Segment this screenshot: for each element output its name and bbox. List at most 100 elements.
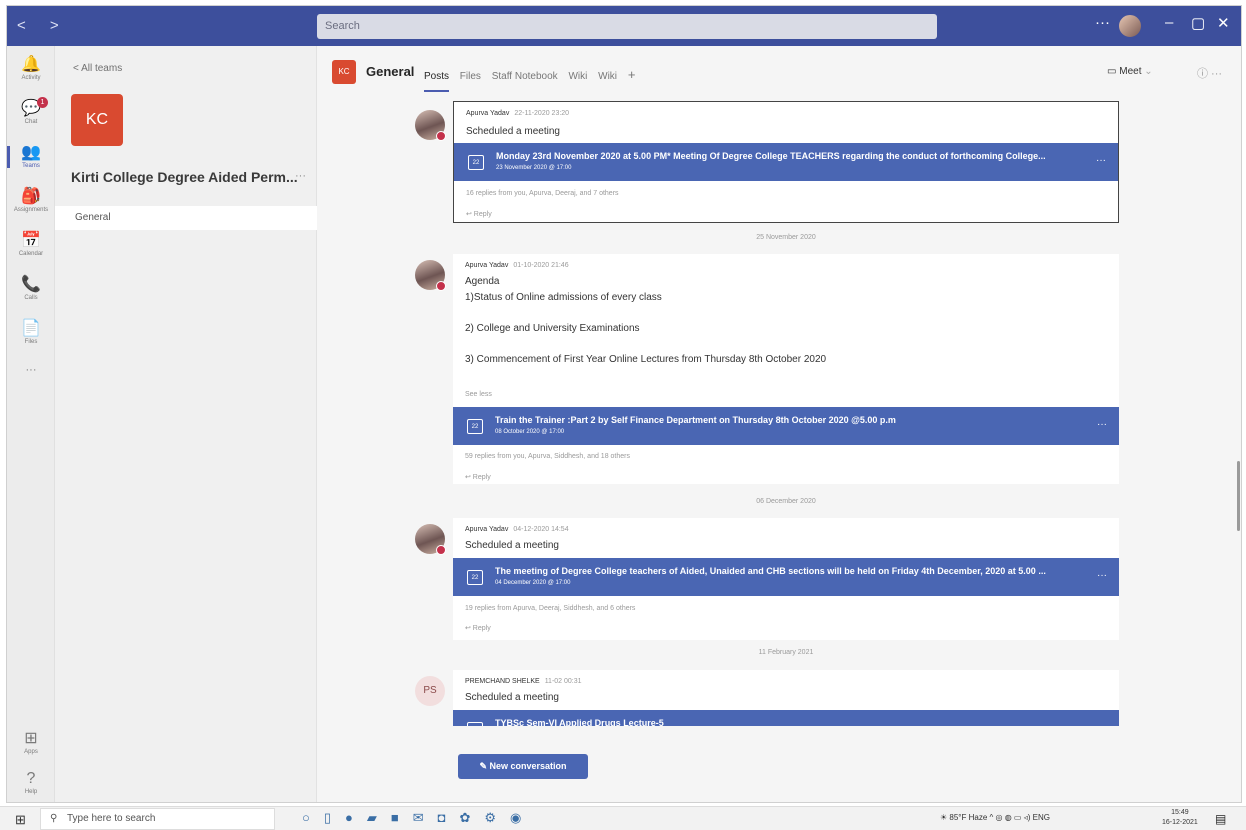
- rail-calendar[interactable]: 📅 Calendar: [7, 232, 55, 258]
- author-avatar[interactable]: PS: [415, 676, 445, 706]
- notification-icon[interactable]: ▤: [1215, 812, 1226, 826]
- meet-button[interactable]: ▭ Meet ⌄: [1107, 66, 1153, 77]
- channel-title: General: [366, 64, 415, 79]
- new-conversation-button[interactable]: ✎ New conversation: [458, 754, 588, 779]
- see-less-link[interactable]: See less: [465, 391, 492, 398]
- post-text-line: 3) Commencement of First Year Online Lec…: [465, 354, 827, 365]
- minimize-button[interactable]: –: [1165, 14, 1173, 31]
- post-time: 11-02 00:31: [544, 678, 582, 685]
- meeting-card[interactable]: 22 Monday 23rd November 2020 at 5.00 PM*…: [454, 143, 1118, 181]
- weather-icon: ☀: [940, 813, 950, 822]
- file-icon: 📄: [21, 320, 41, 337]
- post-text-line: 1)Status of Online admissions of every c…: [465, 292, 662, 303]
- channel-header: KC General Posts Files Staff Notebook Wi…: [317, 46, 1241, 94]
- post-text: Scheduled a meeting: [466, 126, 560, 137]
- post-author: PREMCHAND SHELKE: [465, 678, 540, 685]
- channel-avatar: KC: [332, 60, 356, 84]
- post-1: Apurva Yadav 22-11-2020 23:20 Scheduled a…: [453, 101, 1119, 223]
- post-meta: PREMCHAND SHELKE 11-02 00:31: [465, 678, 582, 685]
- rail-activity[interactable]: 🔔 Activity: [7, 56, 55, 82]
- meeting-card[interactable]: 22 TYBSc Sem-VI Applied Drugs Lecture-5: [453, 710, 1119, 726]
- calendar-icon: 22: [467, 419, 483, 434]
- rail-help[interactable]: ? Help: [7, 770, 55, 796]
- windows-start-icon[interactable]: ⊞: [15, 812, 26, 828]
- reply-button[interactable]: ↩ Reply: [466, 210, 492, 218]
- meeting-title: Train the Trainer :Part 2 by Self Financ…: [495, 415, 896, 425]
- teams-window: < > Search ··· – ▢ ✕ 🔔 Activity 💬 Chat 1…: [6, 5, 1242, 803]
- reply-button[interactable]: ↩ Reply: [465, 473, 491, 481]
- card-more-button[interactable]: ···: [1097, 570, 1107, 581]
- author-avatar[interactable]: [415, 524, 446, 555]
- post-meta: Apurva Yadav 01-10-2020 21:46: [465, 262, 569, 269]
- team-avatar: KC: [71, 94, 123, 146]
- all-teams-link[interactable]: < All teams: [73, 63, 122, 74]
- post-meta: Apurva Yadav 22-11-2020 23:20: [466, 110, 569, 117]
- more-options-button[interactable]: ···: [1095, 14, 1110, 31]
- date-separator: 11 February 2021: [758, 649, 814, 656]
- team-panel: < All teams KC Kirti College Degree Aide…: [55, 46, 317, 802]
- card-more-button[interactable]: ···: [1097, 419, 1107, 430]
- tab-files[interactable]: Files: [460, 71, 481, 82]
- rail-teams[interactable]: 👥 Teams: [7, 144, 55, 170]
- author-avatar[interactable]: [415, 110, 446, 141]
- add-tab-button[interactable]: +: [628, 67, 636, 82]
- post-4: PREMCHAND SHELKE 11-02 00:31 Scheduled a …: [453, 670, 1119, 726]
- reply-button[interactable]: ↩ Reply: [465, 624, 491, 632]
- channel-item-general[interactable]: General: [55, 206, 317, 230]
- system-tray[interactable]: ☀ 85°F Haze ^ ◎ ◍ ▭ ◃) ENG: [940, 813, 1050, 822]
- nav-arrows[interactable]: < >: [17, 17, 69, 34]
- meeting-card[interactable]: 22 The meeting of Degree College teacher…: [453, 558, 1119, 596]
- maximize-button[interactable]: ▢: [1191, 14, 1205, 32]
- close-button[interactable]: ✕: [1217, 14, 1230, 32]
- post-author: Apurva Yadav: [465, 262, 509, 269]
- title-bar: < > Search ··· – ▢ ✕: [7, 6, 1241, 46]
- tab-wiki-2[interactable]: Wiki: [598, 71, 617, 82]
- post-author: Apurva Yadav: [466, 110, 510, 117]
- rail-apps[interactable]: ⊞ Apps: [7, 730, 55, 756]
- search-input[interactable]: Search: [317, 14, 937, 39]
- post-time: 04-12-2020 14:54: [513, 526, 569, 533]
- rail-calls[interactable]: 📞 Calls: [7, 276, 55, 302]
- tab-posts[interactable]: Posts: [424, 71, 450, 92]
- rail-more[interactable]: ···: [7, 364, 55, 376]
- date-separator: 25 November 2020: [756, 234, 816, 241]
- taskbar-clock[interactable]: 15:49 16-12-2021: [1162, 808, 1198, 828]
- post-time: 22-11-2020 23:20: [514, 110, 570, 117]
- language-indicator: ENG: [1032, 813, 1050, 822]
- meeting-card[interactable]: 22 Train the Trainer :Part 2 by Self Fin…: [453, 407, 1119, 445]
- post-text: Scheduled a meeting: [465, 692, 559, 703]
- calendar-icon: 22: [468, 155, 484, 170]
- post-text-line: Agenda: [465, 276, 500, 287]
- teams-icon: 👥: [21, 144, 41, 161]
- card-more-button[interactable]: ···: [1096, 155, 1106, 166]
- meeting-title: TYBSc Sem-VI Applied Drugs Lecture-5: [495, 718, 664, 726]
- scrollbar[interactable]: [1237, 461, 1240, 531]
- channel-label: General: [75, 212, 111, 223]
- more-icon: ···: [25, 364, 37, 376]
- author-avatar[interactable]: [415, 260, 446, 291]
- meeting-time: 08 October 2020 @ 17:00: [495, 429, 565, 435]
- video-icon: ▭: [1107, 66, 1120, 77]
- rail-chat[interactable]: 💬 Chat 1: [7, 97, 55, 126]
- post-time: 01-10-2020 21:46: [513, 262, 569, 269]
- tab-staff-notebook[interactable]: Staff Notebook: [492, 71, 558, 82]
- post-meta: Apurva Yadav 04-12-2020 14:54: [465, 526, 569, 533]
- reply-summary[interactable]: 19 replies from Apurva, Deeraj, Siddhesh…: [465, 605, 635, 612]
- post-author: Apurva Yadav: [465, 526, 509, 533]
- team-name: Kirti College Degree Aided Perm...: [71, 169, 298, 185]
- team-more-button[interactable]: ···: [295, 170, 306, 182]
- tray-icons: ^ ◎ ◍ ▭ ◃): [989, 813, 1033, 822]
- reply-summary[interactable]: 59 replies from you, Apurva, Siddhesh, a…: [465, 453, 630, 460]
- profile-avatar[interactable]: [1117, 13, 1143, 39]
- taskbar-search-input[interactable]: ⚲ Type here to search: [40, 808, 275, 830]
- rail-files[interactable]: 📄 Files: [7, 320, 55, 346]
- phone-icon: 📞: [21, 276, 41, 293]
- tab-wiki[interactable]: Wiki: [568, 71, 587, 82]
- reply-summary[interactable]: 16 replies from you, Apurva, Deeraj, and…: [466, 190, 619, 197]
- meeting-title: Monday 23rd November 2020 at 5.00 PM* Me…: [496, 151, 1046, 161]
- taskbar-pinned-apps[interactable]: ○▯●▰■✉◘✿⚙◉: [302, 810, 535, 826]
- channel-info-icons[interactable]: ⓘ ···: [1197, 65, 1222, 81]
- post-text-line: 2) College and University Examinations: [465, 323, 640, 334]
- rail-assignments[interactable]: 🎒 Assignments: [7, 188, 55, 214]
- apps-icon: ⊞: [24, 730, 38, 747]
